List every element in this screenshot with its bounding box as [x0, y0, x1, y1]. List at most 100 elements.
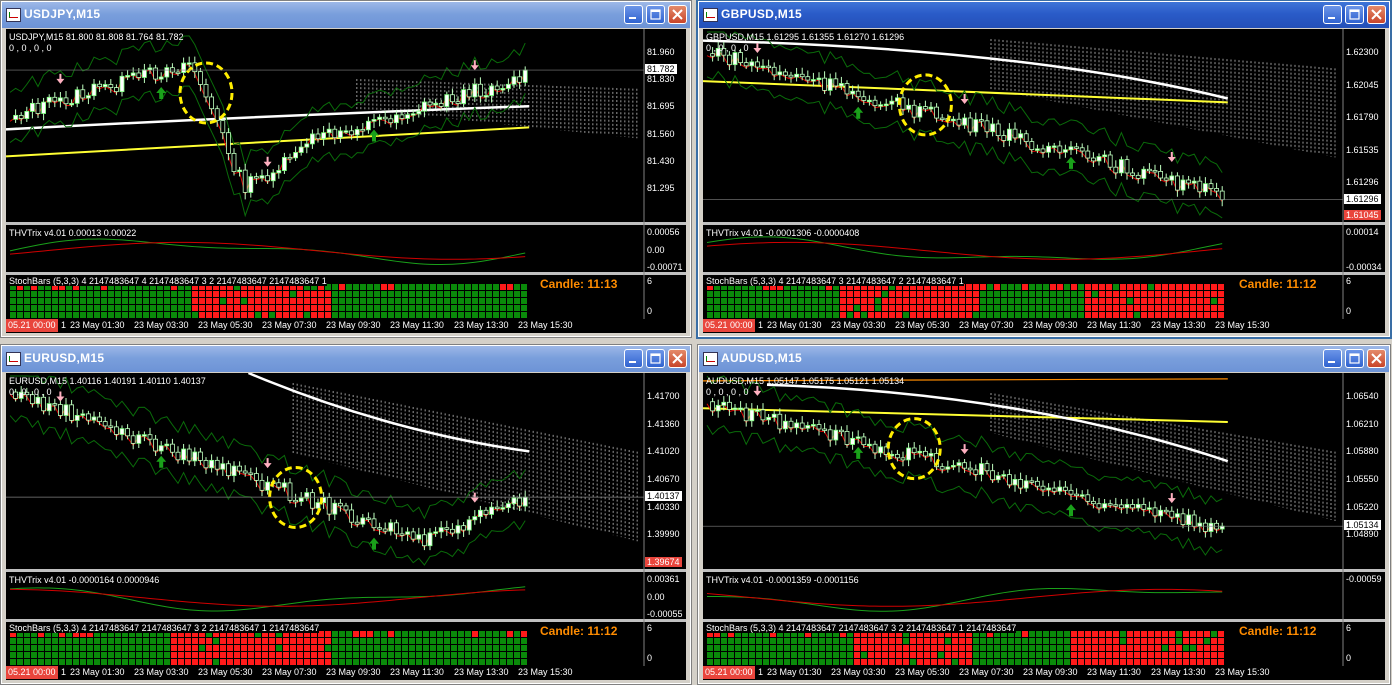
candle-body [726, 401, 732, 410]
chart-window-usdjpy[interactable]: USDJPY,M15 USDJPY,M15 81.800 81.808 81.76… [0, 0, 692, 338]
stoch-cell [1162, 645, 1168, 651]
pane-separator[interactable] [703, 619, 1385, 622]
stoch-cell [374, 305, 380, 311]
stoch-cell [52, 291, 58, 297]
pane-separator[interactable] [703, 569, 1385, 572]
stoch-cell [493, 291, 499, 297]
stoch-cell [73, 298, 79, 304]
stoch-cell [283, 659, 289, 665]
stoch-cell [882, 652, 888, 658]
stoch-cell [1085, 631, 1091, 637]
stoch-cell [87, 645, 93, 651]
stoch-cell [227, 638, 233, 644]
stoch-cell [59, 305, 65, 311]
stoch-cell [910, 652, 916, 658]
stoch-cell [847, 291, 853, 297]
title-bar[interactable]: EURUSD,M15 [2, 346, 690, 372]
pane-separator[interactable] [703, 222, 1385, 225]
stochbars-label: StochBars (5,3,3) 4 2147483647 4 2147483… [9, 276, 327, 286]
stoch-cell [122, 645, 128, 651]
stoch-cell [1113, 298, 1119, 304]
maximize-button[interactable] [646, 5, 665, 24]
candle-body [102, 84, 108, 88]
close-button[interactable] [668, 349, 687, 368]
chart-area[interactable]: USDJPY,M15 81.800 81.808 81.764 81.782 0 … [6, 29, 686, 333]
chart-area[interactable]: GBPUSD,M15 1.61295 1.61355 1.61270 1.612… [703, 29, 1385, 333]
stoch-cell [80, 652, 86, 658]
pane-separator[interactable] [6, 619, 686, 622]
chart-window-gbpusd[interactable]: GBPUSD,M15 GBPUSD,M15 1.61295 1.61355 1.6… [696, 0, 1392, 339]
close-button[interactable] [668, 5, 687, 24]
stoch-cell [875, 298, 881, 304]
stoch-cell [1022, 305, 1028, 311]
stoch-cell [994, 645, 1000, 651]
stoch-cell [742, 312, 748, 318]
stoch-cell [129, 645, 135, 651]
stoch-cell [903, 638, 909, 644]
candle-body [315, 502, 321, 509]
title-bar[interactable]: USDJPY,M15 [2, 2, 690, 28]
stoch-cell [150, 291, 156, 297]
stoch-cell [143, 645, 149, 651]
candle-body [393, 522, 399, 535]
stoch-cell [276, 305, 282, 311]
candle-body [922, 450, 928, 457]
chart-window-audusd[interactable]: AUDUSD,M15 AUDUSD,M15 1.05147 1.05175 1.0… [697, 344, 1391, 685]
maximize-button[interactable] [646, 349, 665, 368]
stoch-cell [1064, 659, 1070, 665]
candle-body [1169, 175, 1175, 181]
stoch-cell [1064, 291, 1070, 297]
chart-window-eurusd[interactable]: EURUSD,M15 EURUSD,M15 1.40116 1.40191 1.4… [0, 344, 692, 685]
stoch-cell [798, 291, 804, 297]
stoch-cell [59, 312, 65, 318]
stoch-cell [1050, 291, 1056, 297]
pane-separator[interactable] [6, 272, 686, 275]
candle-body [505, 83, 511, 89]
title-bar[interactable]: AUDUSD,M15 [699, 346, 1389, 372]
stoch-cell [332, 638, 338, 644]
stoch-cell [164, 638, 170, 644]
stoch-cell [1036, 312, 1042, 318]
stoch-cell [185, 652, 191, 658]
minimize-button[interactable] [624, 5, 643, 24]
stoch-cell [73, 305, 79, 311]
time-axis-label: 23 May 09:30 [1023, 320, 1078, 330]
stoch-cell [325, 305, 331, 311]
stoch-cell [1092, 631, 1098, 637]
candle-body [743, 62, 749, 67]
price-axis-label: 1.04890 [1346, 529, 1379, 540]
chart-area[interactable]: AUDUSD,M15 1.05147 1.05175 1.05121 1.051… [703, 373, 1385, 680]
time-axis-label: 23 May 07:30 [959, 667, 1014, 677]
close-button[interactable] [1367, 349, 1386, 368]
candle-body [883, 103, 889, 107]
pane-separator[interactable] [6, 222, 686, 225]
stoch-cell [171, 312, 177, 318]
title-bar[interactable]: GBPUSD,M15 [699, 2, 1389, 28]
chart-area[interactable]: EURUSD,M15 1.40116 1.40191 1.40110 1.401… [6, 373, 686, 680]
minimize-button[interactable] [624, 349, 643, 368]
stoch-cell [444, 284, 450, 290]
close-button[interactable] [1367, 5, 1386, 24]
price-axis-label: 1.61790 [1346, 112, 1379, 123]
maximize-button[interactable] [1345, 5, 1364, 24]
stoch-cell [500, 305, 506, 311]
stoch-cell [1078, 305, 1084, 311]
stoch-cell [1197, 291, 1203, 297]
maximize-button[interactable] [1345, 349, 1364, 368]
stoch-cell [903, 652, 909, 658]
pane-separator[interactable] [6, 569, 686, 572]
stoch-cell [339, 298, 345, 304]
candle-body [377, 527, 383, 530]
stoch-cell [430, 659, 436, 665]
candle-body [242, 470, 248, 474]
minimize-button[interactable] [1323, 349, 1342, 368]
minimize-button[interactable] [1323, 5, 1342, 24]
stoch-cell [164, 298, 170, 304]
candle-body [164, 67, 170, 78]
candle-body [990, 123, 996, 133]
candle-body [1118, 504, 1124, 509]
pane-separator[interactable] [703, 272, 1385, 275]
stoch-cell [917, 638, 923, 644]
stoch-cell [966, 659, 972, 665]
stoch-cell [1148, 652, 1154, 658]
